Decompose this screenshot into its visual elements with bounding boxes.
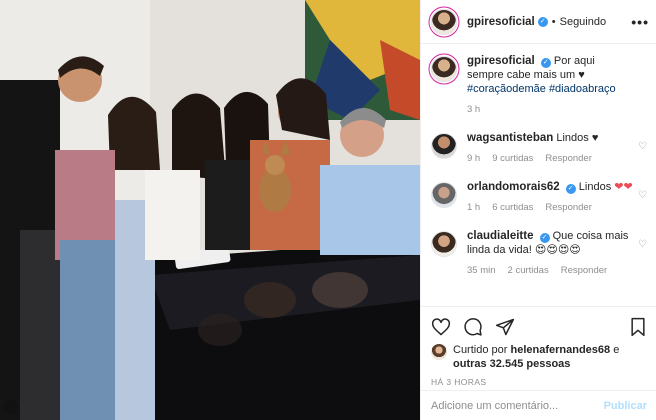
caption: gpiresoficial ✓ Por aqui sempre cabe mai… <box>431 54 649 117</box>
likes-prefix: Curtido por <box>453 344 508 356</box>
comment-emoji: 😍😍😍😍 <box>534 244 581 256</box>
reply-button[interactable]: Responder <box>561 264 607 278</box>
caption-hashtags[interactable]: #coraçãodemãe #diadoabraço <box>467 83 616 95</box>
verified-icon: ✓ <box>565 184 576 194</box>
list-item: orlandomorais62 ✓ Lindos ❤❤ 1 h 6 curtid… <box>431 180 649 215</box>
avatar[interactable] <box>431 231 457 257</box>
heart-icon[interactable] <box>431 317 451 337</box>
separator-dot: • <box>551 15 556 28</box>
heart-icon[interactable]: ♡ <box>638 141 647 152</box>
comment-text: Lindos <box>578 181 612 193</box>
comment-username[interactable]: orlandomorais62 <box>467 181 560 193</box>
comment-age[interactable]: 1 h <box>467 201 480 215</box>
likes-joiner: e <box>613 344 620 356</box>
list-item: wagsantisteban Lindos ♥ 9 h 9 curtidas R… <box>431 131 649 166</box>
comments-list[interactable]: gpiresoficial ✓ Por aqui sempre cabe mai… <box>421 44 656 306</box>
verified-icon: ✓ <box>540 58 551 68</box>
publish-button[interactable]: Publicar <box>604 400 647 412</box>
comment-text: Lindos ♥ <box>556 132 599 144</box>
instagram-post: gpiresoficial ✓ • Seguindo ••• gpiresofi… <box>0 0 656 420</box>
follow-status-button[interactable]: Seguindo <box>560 16 607 28</box>
comment-username[interactable]: wagsantisteban <box>467 132 553 144</box>
likes-summary: Curtido por helenafernandes68 e outras 3… <box>431 343 649 371</box>
avatar[interactable] <box>431 344 447 360</box>
comment-likes[interactable]: 9 curtidas <box>492 152 533 166</box>
more-icon[interactable]: ••• <box>631 15 649 29</box>
avatar[interactable] <box>431 8 457 35</box>
family-photo-illustration <box>0 0 420 420</box>
reply-button[interactable]: Responder <box>545 201 591 215</box>
likes-user[interactable]: helenafernandes68 <box>510 344 610 356</box>
comment-age[interactable]: 9 h <box>467 152 480 166</box>
tagged-user-icon[interactable] <box>4 400 18 414</box>
add-comment-bar: Publicar <box>421 390 656 420</box>
comment-username[interactable]: claudialeitte <box>467 230 533 242</box>
verified-icon: ✓ <box>537 16 548 27</box>
post-photo[interactable] <box>0 0 420 420</box>
heart-icon[interactable]: ♡ <box>638 239 647 250</box>
comment-icon[interactable] <box>463 317 483 337</box>
post-header: gpiresoficial ✓ • Seguindo ••• <box>421 0 656 44</box>
comment-input[interactable] <box>431 399 604 412</box>
reply-button[interactable]: Responder <box>545 152 591 166</box>
comment-likes[interactable]: 2 curtidas <box>508 264 549 278</box>
verified-icon: ✓ <box>539 233 550 243</box>
bookmark-icon[interactable] <box>629 317 647 337</box>
share-icon[interactable] <box>495 317 515 337</box>
heart-icon[interactable]: ♡ <box>638 190 647 201</box>
caption-age[interactable]: 3 h <box>467 103 480 117</box>
comment-age[interactable]: 35 min <box>467 264 496 278</box>
post-side-panel: gpiresoficial ✓ • Seguindo ••• gpiresofi… <box>420 0 656 420</box>
comment-likes[interactable]: 6 curtidas <box>492 201 533 215</box>
header-username[interactable]: gpiresoficial <box>467 16 535 28</box>
list-item: claudialeitte ✓ Que coisa mais linda da … <box>431 229 649 278</box>
post-timestamp[interactable]: HÁ 3 HORAS <box>431 377 649 387</box>
avatar[interactable] <box>431 182 457 208</box>
avatar[interactable] <box>431 133 457 159</box>
comment-emoji: ❤❤ <box>614 181 633 193</box>
avatar[interactable] <box>431 56 457 82</box>
post-actions: Curtido por helenafernandes68 e outras 3… <box>421 306 656 387</box>
likes-others[interactable]: outras 32.545 pessoas <box>453 358 570 370</box>
caption-username[interactable]: gpiresoficial <box>467 55 535 67</box>
